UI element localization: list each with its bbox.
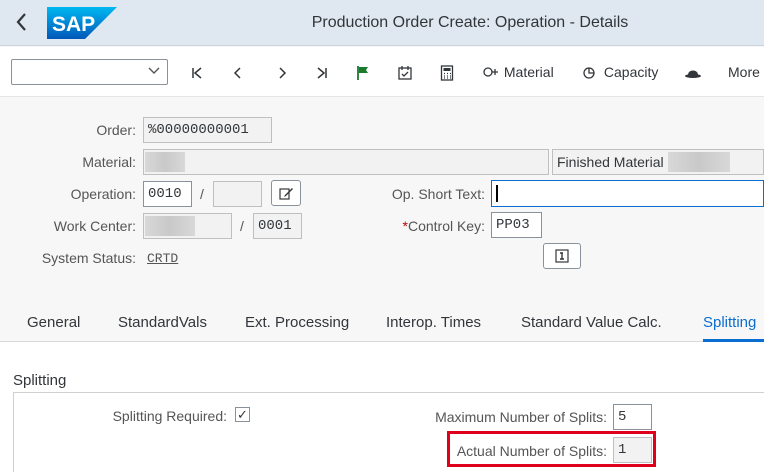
long-text-button[interactable] bbox=[271, 180, 301, 206]
tab-ext-processing[interactable]: Ext. Processing bbox=[245, 314, 349, 331]
info-icon bbox=[555, 249, 569, 263]
system-status-label: System Status: bbox=[41, 250, 136, 266]
tab-bar: General StandardVals Ext. Processing Int… bbox=[0, 300, 764, 342]
tab-standard-vals[interactable]: StandardVals bbox=[118, 314, 207, 331]
operation-label: Operation: bbox=[70, 186, 136, 202]
control-key-label: *Control Key: bbox=[402, 218, 486, 234]
capacity-button[interactable]: Capacity bbox=[582, 60, 658, 84]
last-button[interactable] bbox=[315, 60, 329, 84]
material-label: Material: bbox=[82, 154, 136, 170]
page-title: Production Order Create: Operation - Det… bbox=[311, 14, 629, 31]
more-button[interactable]: More bbox=[728, 60, 760, 84]
flag-icon bbox=[357, 66, 368, 81]
tab-splitting[interactable]: Splitting bbox=[703, 314, 756, 331]
material-field[interactable] bbox=[143, 149, 549, 175]
material-icon bbox=[483, 67, 498, 77]
control-key-field[interactable]: PP03 bbox=[491, 212, 542, 238]
text-cursor bbox=[496, 185, 498, 202]
actions-dropdown[interactable] bbox=[11, 59, 168, 85]
work-center-label: Work Center: bbox=[53, 218, 136, 234]
max-splits-field[interactable]: 5 bbox=[613, 404, 652, 430]
sub-operation-field[interactable] bbox=[213, 181, 262, 207]
chevron-left-icon bbox=[233, 67, 241, 79]
splitting-required-checkbox[interactable]: ✓ bbox=[235, 407, 250, 422]
max-splits-label: Maximum Number of Splits: bbox=[435, 409, 607, 425]
redacted-material-desc bbox=[668, 152, 730, 172]
redacted-work-center bbox=[145, 216, 195, 236]
hat-icon bbox=[685, 70, 701, 79]
op-short-text-input[interactable] bbox=[491, 180, 764, 207]
capacity-icon bbox=[583, 67, 595, 79]
first-button[interactable] bbox=[190, 60, 204, 84]
tab-general[interactable]: General bbox=[27, 314, 80, 331]
redacted-material-number bbox=[145, 152, 185, 172]
system-status-link[interactable]: CRTD bbox=[147, 251, 178, 266]
chevron-right-icon bbox=[279, 67, 287, 79]
shell-header: SAP Production Order Create: Operation -… bbox=[0, 0, 764, 46]
status-info-button[interactable] bbox=[543, 243, 581, 269]
material-button[interactable]: Material bbox=[482, 60, 554, 84]
calendar-button[interactable] bbox=[397, 60, 413, 84]
splitting-required-label: Splitting Required: bbox=[112, 408, 227, 424]
tab-standard-value-calc[interactable]: Standard Value Calc. bbox=[521, 314, 662, 331]
work-center-separator: / bbox=[240, 218, 244, 234]
edit-text-icon bbox=[279, 188, 293, 200]
calendar-icon bbox=[398, 66, 412, 80]
op-short-text-label: Op. Short Text: bbox=[391, 186, 485, 202]
tab-interop-times[interactable]: Interop. Times bbox=[386, 314, 481, 331]
order-label: Order: bbox=[96, 122, 136, 138]
plant-field[interactable]: 0001 bbox=[253, 213, 302, 239]
operation-field[interactable]: 0010 bbox=[143, 181, 192, 207]
chevron-down-icon bbox=[147, 63, 161, 80]
first-icon bbox=[192, 67, 202, 79]
flag-button[interactable] bbox=[356, 60, 370, 84]
hat-button[interactable] bbox=[684, 60, 702, 84]
operation-separator: / bbox=[200, 186, 204, 202]
last-icon bbox=[317, 67, 327, 79]
order-field[interactable]: %00000000001 bbox=[143, 117, 272, 143]
material-description-field: Finished Material bbox=[552, 149, 764, 175]
next-button[interactable] bbox=[276, 60, 288, 84]
highlight-box bbox=[447, 431, 656, 467]
splitting-section-title: Splitting bbox=[13, 372, 67, 389]
previous-button[interactable] bbox=[232, 60, 244, 84]
toolbar: Material Capacity More bbox=[0, 47, 764, 97]
calculator-button[interactable] bbox=[440, 60, 454, 84]
calculator-icon bbox=[440, 65, 454, 81]
